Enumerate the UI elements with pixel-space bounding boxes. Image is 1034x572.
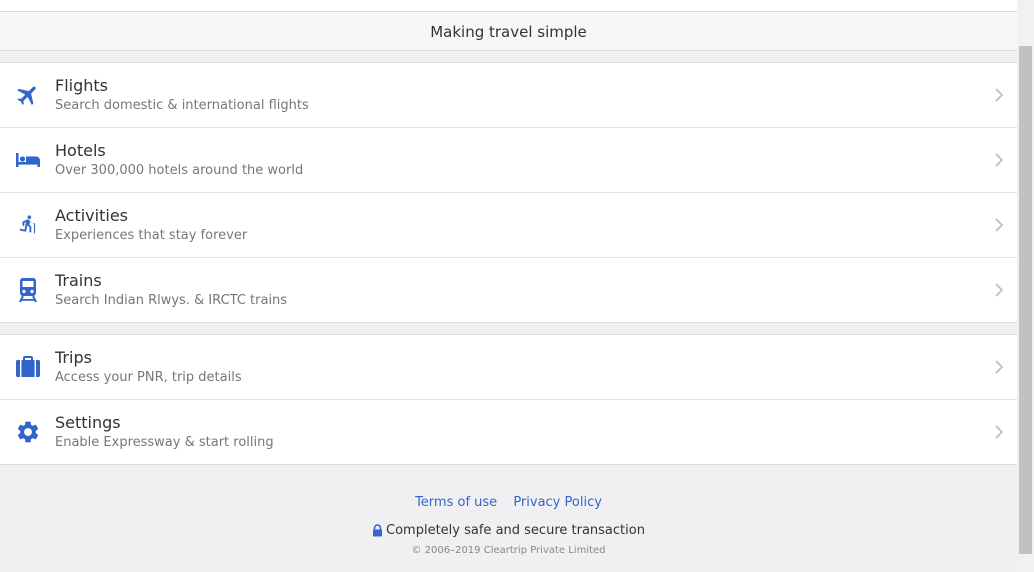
- chevron-right-icon: [995, 153, 1004, 167]
- tagline-bar: Making travel simple: [0, 12, 1017, 51]
- menu-item-texts: Trips Access your PNR, trip details: [55, 348, 242, 386]
- menu-item-activities[interactable]: Activities Experiences that stay forever: [0, 193, 1017, 258]
- menu-item-subtitle: Access your PNR, trip details: [55, 370, 242, 385]
- menu-item-title: Hotels: [55, 141, 106, 160]
- chevron-right-icon: [995, 218, 1004, 232]
- menu-item-texts: Trains Search Indian Rlwys. & IRCTC trai…: [55, 271, 287, 309]
- briefcase-icon: [0, 335, 55, 399]
- menu-item-subtitle: Experiences that stay forever: [55, 228, 248, 243]
- privacy-policy-link[interactable]: Privacy Policy: [513, 495, 602, 510]
- terms-of-use-link[interactable]: Terms of use: [415, 495, 497, 510]
- hiker-icon: [0, 193, 55, 257]
- menu-item-title: Settings: [55, 413, 121, 432]
- menu-item-flights[interactable]: Flights Search domestic & international …: [0, 63, 1017, 128]
- page-content: Making travel simple Flights Search dome…: [0, 0, 1017, 572]
- secure-transaction-note: Completely safe and secure transaction: [0, 523, 1017, 538]
- section-gap: [0, 51, 1017, 62]
- menu-item-hotels[interactable]: Hotels Over 300,000 hotels around the wo…: [0, 128, 1017, 193]
- lock-icon: [373, 524, 383, 537]
- menu-item-subtitle: Search Indian Rlwys. & IRCTC trains: [55, 293, 288, 308]
- chevron-right-icon: [995, 88, 1004, 102]
- gear-icon: [0, 400, 55, 464]
- menu-item-subtitle: Over 300,000 hotels around the world: [55, 163, 304, 178]
- menu-item-title: Flights: [55, 76, 108, 95]
- menu-item-texts: Hotels Over 300,000 hotels around the wo…: [55, 141, 303, 179]
- airplane-icon: [0, 63, 55, 127]
- copyright-text: © 2006–2019 Cleartrip Private Limited: [411, 545, 606, 556]
- vertical-scrollbar[interactable]: [1017, 0, 1034, 572]
- footer-links: Terms of use Privacy Policy: [0, 495, 1017, 510]
- chevron-right-icon: [995, 283, 1004, 297]
- chevron-right-icon: [995, 360, 1004, 374]
- train-icon: [0, 258, 55, 322]
- menu-item-title: Trips: [55, 348, 92, 367]
- bed-icon: [0, 128, 55, 192]
- menu-group-secondary: Trips Access your PNR, trip details Sett…: [0, 334, 1017, 465]
- menu-item-trips[interactable]: Trips Access your PNR, trip details: [0, 335, 1017, 400]
- menu-item-subtitle: Enable Expressway & start rolling: [55, 435, 274, 450]
- section-gap: [0, 323, 1017, 334]
- tagline-text: Making travel simple: [430, 23, 587, 41]
- menu-item-texts: Settings Enable Expressway & start rolli…: [55, 413, 274, 451]
- menu-item-texts: Flights Search domestic & international …: [55, 76, 309, 114]
- top-strip: [0, 0, 1017, 12]
- menu-item-trains[interactable]: Trains Search Indian Rlwys. & IRCTC trai…: [0, 258, 1017, 322]
- menu-item-subtitle: Search domestic & international flights: [55, 98, 309, 113]
- menu-item-texts: Activities Experiences that stay forever: [55, 206, 247, 244]
- menu-item-title: Activities: [55, 206, 128, 225]
- chevron-right-icon: [995, 425, 1004, 439]
- menu-item-title: Trains: [55, 271, 102, 290]
- menu-group-primary: Flights Search domestic & international …: [0, 62, 1017, 323]
- secure-text: Completely safe and secure transaction: [386, 523, 645, 538]
- menu-item-settings[interactable]: Settings Enable Expressway & start rolli…: [0, 400, 1017, 464]
- app-viewport: Making travel simple Flights Search dome…: [0, 0, 1034, 572]
- footer: Terms of use Privacy Policy Completely s…: [0, 465, 1017, 556]
- scrollbar-thumb[interactable]: [1019, 46, 1032, 554]
